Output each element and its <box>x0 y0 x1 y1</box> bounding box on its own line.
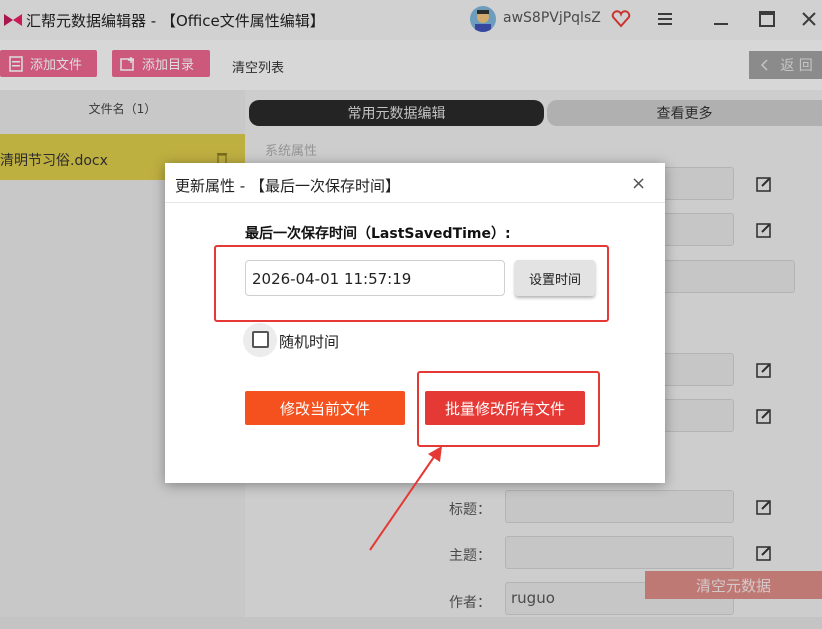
last-saved-time-label: 最后一次保存时间（LastSavedTime）: <box>245 226 511 242</box>
random-time-label: 随机时间 <box>279 333 340 351</box>
annotation-arrow-icon <box>369 446 442 551</box>
random-time-checkbox[interactable] <box>243 323 277 357</box>
highlight-box <box>214 245 609 322</box>
dialog-close-icon[interactable]: × <box>631 173 646 194</box>
dialog-title: 更新属性 - 【最后一次保存时间】 <box>175 177 400 195</box>
update-property-dialog: 更新属性 - 【最后一次保存时间】 × 最后一次保存时间（LastSavedTi… <box>165 163 665 483</box>
modify-current-file-button[interactable]: 修改当前文件 <box>245 391 405 425</box>
highlight-box <box>417 371 600 447</box>
checkbox-box <box>252 331 269 348</box>
divider <box>165 202 665 203</box>
